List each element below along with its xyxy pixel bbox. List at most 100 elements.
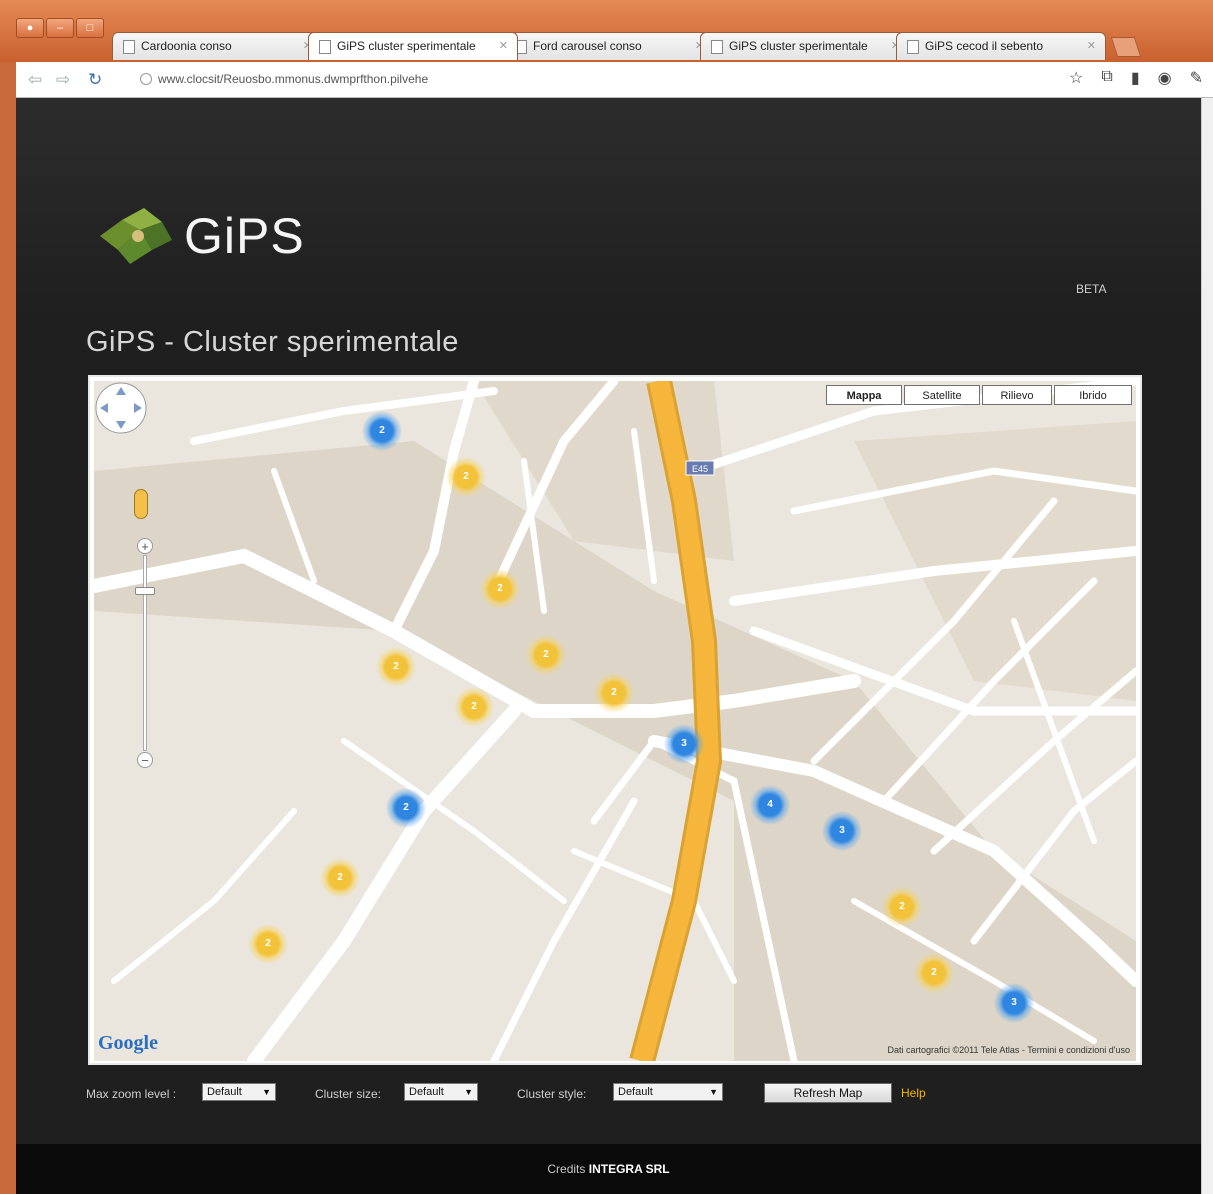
chevron-down-icon: ▼ (464, 1087, 473, 1097)
reader-icon[interactable]: ▮ (1131, 68, 1140, 88)
cluster-count: 2 (463, 471, 469, 482)
map-type-terrain[interactable]: Rilievo (982, 385, 1052, 405)
beta-label: BETA (1076, 282, 1107, 296)
footer-company[interactable]: INTEGRA SRL (589, 1162, 670, 1176)
cluster-marker[interactable]: 2 (526, 635, 566, 675)
wrench-icon[interactable]: ✎ (1190, 68, 1203, 88)
max-zoom-select[interactable]: Default ▼ (202, 1083, 276, 1101)
cluster-marker[interactable]: 2 (376, 647, 416, 687)
cluster-size-select[interactable]: Default ▼ (404, 1083, 478, 1101)
map-attribution[interactable]: Dati cartografici ©2011 Tele Atlas - Ter… (888, 1045, 1130, 1055)
refresh-map-button[interactable]: Refresh Map (764, 1083, 892, 1103)
browser-toolbar: ⇦ ⇨ ↻ www.clocsit/Reuosbo.mmonus.dwmprft… (16, 62, 1213, 98)
tab-3[interactable]: Ford carousel conso✕ (504, 32, 714, 60)
maximize-icon[interactable]: □ (76, 18, 104, 38)
cluster-count: 3 (1011, 997, 1017, 1008)
cluster-style-select[interactable]: Default ▼ (613, 1083, 723, 1101)
cluster-count: 2 (543, 649, 549, 660)
tab-label: GiPS cecod il sebento (925, 39, 1044, 53)
tab-label: GiPS cluster sperimentale (729, 39, 868, 53)
cluster-count: 2 (379, 425, 385, 436)
footer: Credits INTEGRA SRL (16, 1144, 1201, 1194)
cluster-style-value: Default (618, 1086, 653, 1098)
cluster-marker[interactable]: 2 (320, 858, 360, 898)
extension-icon[interactable]: ⧉ (1101, 68, 1112, 88)
cluster-marker[interactable]: 2 (594, 673, 634, 713)
help-link[interactable]: Help (901, 1086, 926, 1100)
cluster-marker[interactable]: 3 (664, 724, 704, 764)
pegman-icon[interactable] (134, 489, 148, 519)
zoom-in-button[interactable]: + (137, 538, 153, 554)
close-icon[interactable]: ✕ (499, 39, 508, 52)
new-tab-button[interactable] (1110, 37, 1142, 57)
cluster-count: 2 (337, 872, 343, 883)
map-type-hybrid[interactable]: Ibrido (1054, 385, 1132, 405)
page-icon (711, 40, 723, 54)
max-zoom-label: Max zoom level : (86, 1087, 177, 1101)
page-icon (319, 40, 331, 54)
tab-4[interactable]: GiPS cluster sperimentale✕ (700, 32, 910, 60)
page-viewport: GiPS BETA GiPS - Cluster sperimentale E4… (16, 98, 1201, 1194)
max-zoom-value: Default (207, 1086, 242, 1098)
window-menu-icon[interactable]: ● (16, 18, 44, 38)
cluster-marker[interactable]: 2 (914, 953, 954, 993)
addon-icon[interactable]: ◉ (1158, 68, 1172, 88)
page-scrollbar[interactable] (1201, 98, 1213, 1194)
cluster-marker[interactable]: 2 (480, 569, 520, 609)
tab-2-active[interactable]: GiPS cluster sperimentale ✕ (308, 32, 518, 60)
cluster-count: 2 (265, 938, 271, 949)
site-logo[interactable]: GiPS (96, 206, 305, 266)
zoom-out-button[interactable]: − (137, 752, 153, 768)
close-icon[interactable]: ✕ (1087, 39, 1096, 52)
chevron-down-icon: ▼ (262, 1087, 271, 1097)
back-icon[interactable]: ⇦ (28, 70, 42, 90)
page-icon (123, 40, 135, 54)
address-bar[interactable]: www.clocsit/Reuosbo.mmonus.dwmprfthon.pi… (138, 67, 1058, 91)
page-title: GiPS - Cluster sperimentale (86, 326, 459, 358)
forward-icon[interactable]: ⇨ (56, 70, 70, 90)
cluster-count: 2 (611, 687, 617, 698)
window-controls: ● – □ (16, 18, 104, 38)
browser-window: ● – □ Cardoonia conso✕ GiPS cluster sper… (0, 0, 1213, 1194)
zoom-slider-track[interactable] (143, 555, 147, 751)
cluster-count: 2 (393, 661, 399, 672)
cluster-marker[interactable]: 2 (446, 457, 486, 497)
cluster-count: 2 (471, 701, 477, 712)
cluster-marker[interactable]: 2 (248, 924, 288, 964)
star-icon[interactable]: ☆ (1069, 68, 1083, 88)
cluster-marker[interactable]: 2 (882, 887, 922, 927)
map-type-map[interactable]: Mappa (826, 385, 902, 405)
cluster-size-value: Default (409, 1086, 444, 1098)
map-container: E45 Mappa Satellite Rilievo Ibrido + − 2… (88, 375, 1142, 1065)
cluster-count: 4 (767, 799, 773, 810)
cluster-marker[interactable]: 2 (386, 788, 426, 828)
tab-strip: Cardoonia conso✕ GiPS cluster sperimenta… (112, 32, 1142, 60)
minimize-icon[interactable]: – (46, 18, 74, 38)
cluster-style-label: Cluster style: (517, 1087, 587, 1101)
chevron-down-icon: ▼ (709, 1087, 718, 1097)
tab-label: Ford carousel conso (533, 39, 642, 53)
zoom-slider-thumb[interactable] (135, 587, 155, 595)
tab-1[interactable]: Cardoonia conso✕ (112, 32, 322, 60)
footer-prefix: Credits (547, 1162, 586, 1176)
url-text: www.clocsit/Reuosbo.mmonus.dwmprfthon.pi… (158, 72, 429, 86)
cluster-count: 2 (899, 901, 905, 912)
map-canvas[interactable]: E45 Mappa Satellite Rilievo Ibrido + − 2… (94, 381, 1136, 1061)
cluster-count: 2 (931, 967, 937, 978)
cluster-count: 2 (403, 802, 409, 813)
map-type-satellite[interactable]: Satellite (904, 385, 980, 405)
cluster-count: 2 (497, 583, 503, 594)
cluster-size-label: Cluster size: (315, 1087, 382, 1101)
cluster-marker[interactable]: 3 (994, 983, 1034, 1023)
tab-5[interactable]: GiPS cecod il sebento ✕ (896, 32, 1106, 60)
cluster-marker[interactable]: 4 (750, 785, 790, 825)
pan-control-icon[interactable] (94, 381, 148, 435)
title-bar: ● – □ Cardoonia conso✕ GiPS cluster sper… (0, 0, 1213, 62)
cluster-count: 3 (681, 738, 687, 749)
cluster-count: 3 (839, 825, 845, 836)
tab-label: GiPS cluster sperimentale (337, 39, 476, 53)
cluster-marker[interactable]: 2 (454, 687, 494, 727)
reload-icon[interactable]: ↻ (88, 70, 102, 90)
cluster-marker[interactable]: 3 (822, 811, 862, 851)
cluster-marker[interactable]: 2 (362, 411, 402, 451)
